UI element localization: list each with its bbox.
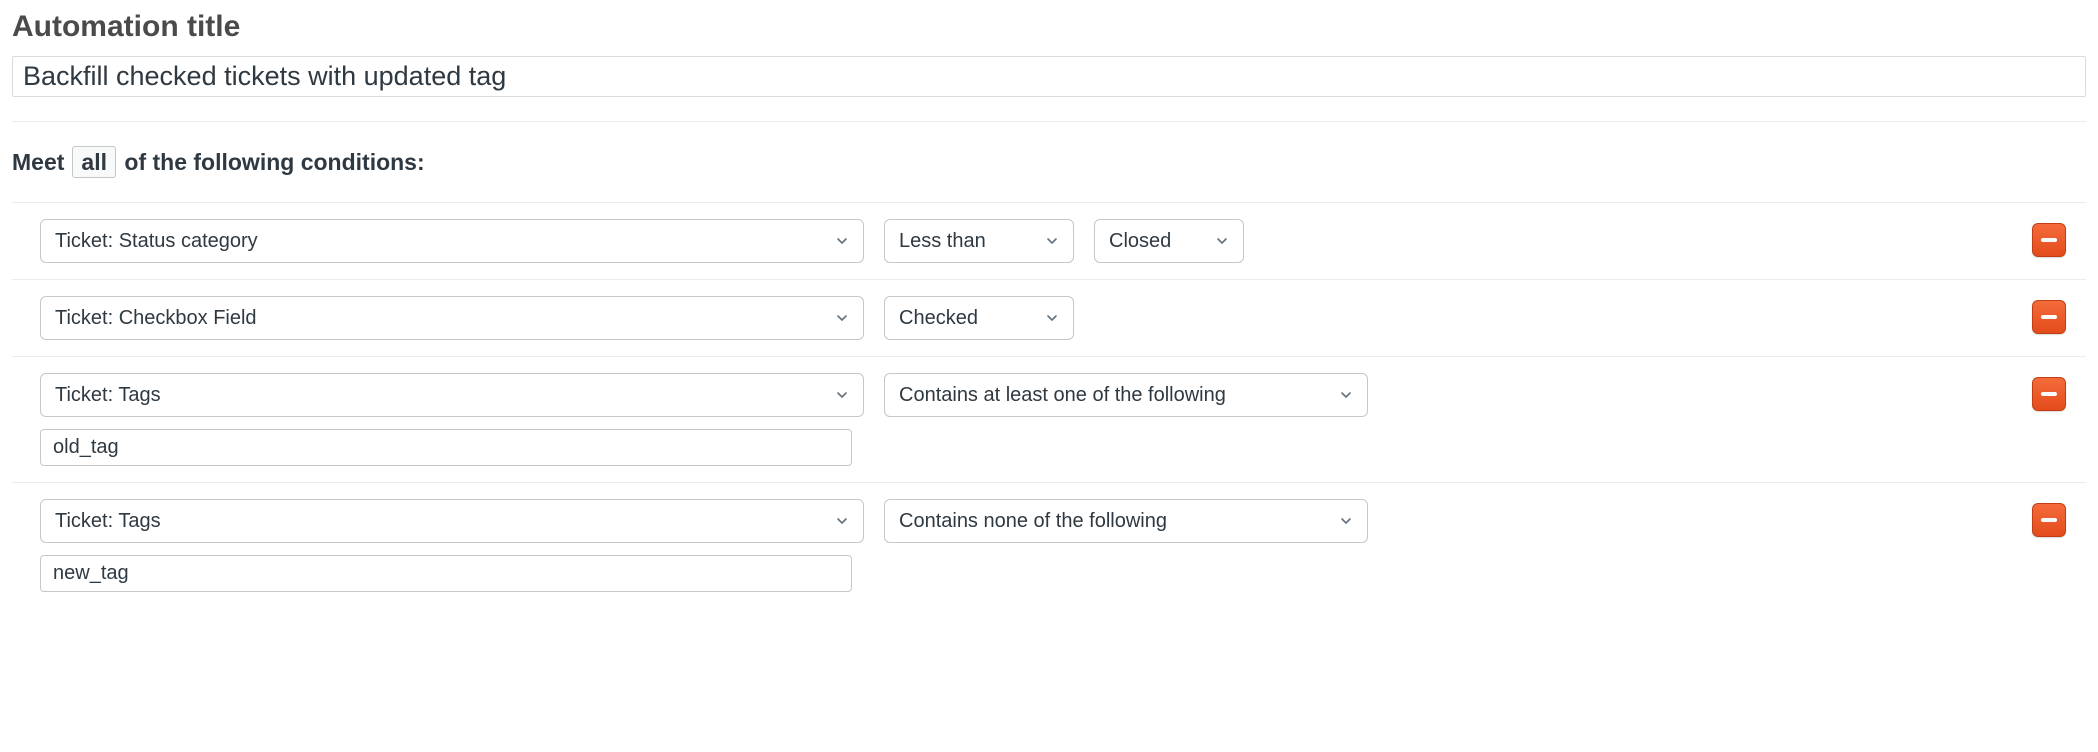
- condition-field-value[interactable]: Ticket: Tags: [40, 373, 864, 417]
- remove-condition-button[interactable]: [2032, 377, 2066, 411]
- conditions-quantifier-select[interactable]: all: [72, 146, 116, 178]
- conditions-suffix: of the following conditions:: [124, 149, 424, 176]
- condition-value-select[interactable]: Closed: [1094, 219, 1244, 263]
- conditions-header: Meet all of the following conditions:: [12, 146, 2086, 178]
- remove-condition-button[interactable]: [2032, 503, 2066, 537]
- automation-title-input[interactable]: [12, 56, 2086, 97]
- condition-selects: Ticket: Tags Contains none of the follow…: [40, 499, 1368, 543]
- condition-selects: Ticket: Checkbox Field Checked: [40, 296, 1074, 340]
- condition-operator-select[interactable]: Less than: [884, 219, 1074, 263]
- condition-field-value[interactable]: Ticket: Tags: [40, 499, 864, 543]
- condition-selects: Ticket: Status category Less than Closed: [40, 219, 1244, 263]
- remove-condition-button[interactable]: [2032, 300, 2066, 334]
- minus-icon: [2041, 392, 2057, 396]
- condition-tag-input[interactable]: [40, 555, 852, 592]
- condition-tag-input[interactable]: [40, 429, 852, 466]
- condition-left: Ticket: Checkbox Field Checked: [40, 296, 1074, 340]
- minus-icon: [2041, 238, 2057, 242]
- conditions-prefix: Meet: [12, 149, 64, 176]
- condition-operator-value[interactable]: Checked: [884, 296, 1074, 340]
- condition-field-select[interactable]: Ticket: Status category: [40, 219, 864, 263]
- condition-operator-value[interactable]: Contains none of the following: [884, 499, 1368, 543]
- remove-condition-button[interactable]: [2032, 223, 2066, 257]
- condition-field-value[interactable]: Ticket: Status category: [40, 219, 864, 263]
- condition-operator-select[interactable]: Checked: [884, 296, 1074, 340]
- condition-left: Ticket: Tags Contains at least one of th…: [40, 373, 1368, 466]
- minus-icon: [2041, 315, 2057, 319]
- condition-left: Ticket: Status category Less than Closed: [40, 219, 1244, 263]
- minus-icon: [2041, 518, 2057, 522]
- title-section: Automation title: [12, 10, 2086, 122]
- condition-field-select[interactable]: Ticket: Tags: [40, 373, 864, 417]
- condition-operator-value[interactable]: Less than: [884, 219, 1074, 263]
- condition-selects: Ticket: Tags Contains at least one of th…: [40, 373, 1368, 417]
- condition-field-value[interactable]: Ticket: Checkbox Field: [40, 296, 864, 340]
- condition-row: Ticket: Checkbox Field Checked: [12, 279, 2086, 356]
- condition-operator-select[interactable]: Contains at least one of the following: [884, 373, 1368, 417]
- condition-field-select[interactable]: Ticket: Checkbox Field: [40, 296, 864, 340]
- condition-row: Ticket: Status category Less than Closed: [12, 202, 2086, 279]
- page-title: Automation title: [12, 10, 2086, 44]
- condition-row: Ticket: Tags Contains at least one of th…: [12, 356, 2086, 482]
- condition-field-select[interactable]: Ticket: Tags: [40, 499, 864, 543]
- condition-value-text[interactable]: Closed: [1094, 219, 1244, 263]
- condition-operator-value[interactable]: Contains at least one of the following: [884, 373, 1368, 417]
- condition-operator-select[interactable]: Contains none of the following: [884, 499, 1368, 543]
- condition-row: Ticket: Tags Contains none of the follow…: [12, 482, 2086, 608]
- condition-left: Ticket: Tags Contains none of the follow…: [40, 499, 1368, 592]
